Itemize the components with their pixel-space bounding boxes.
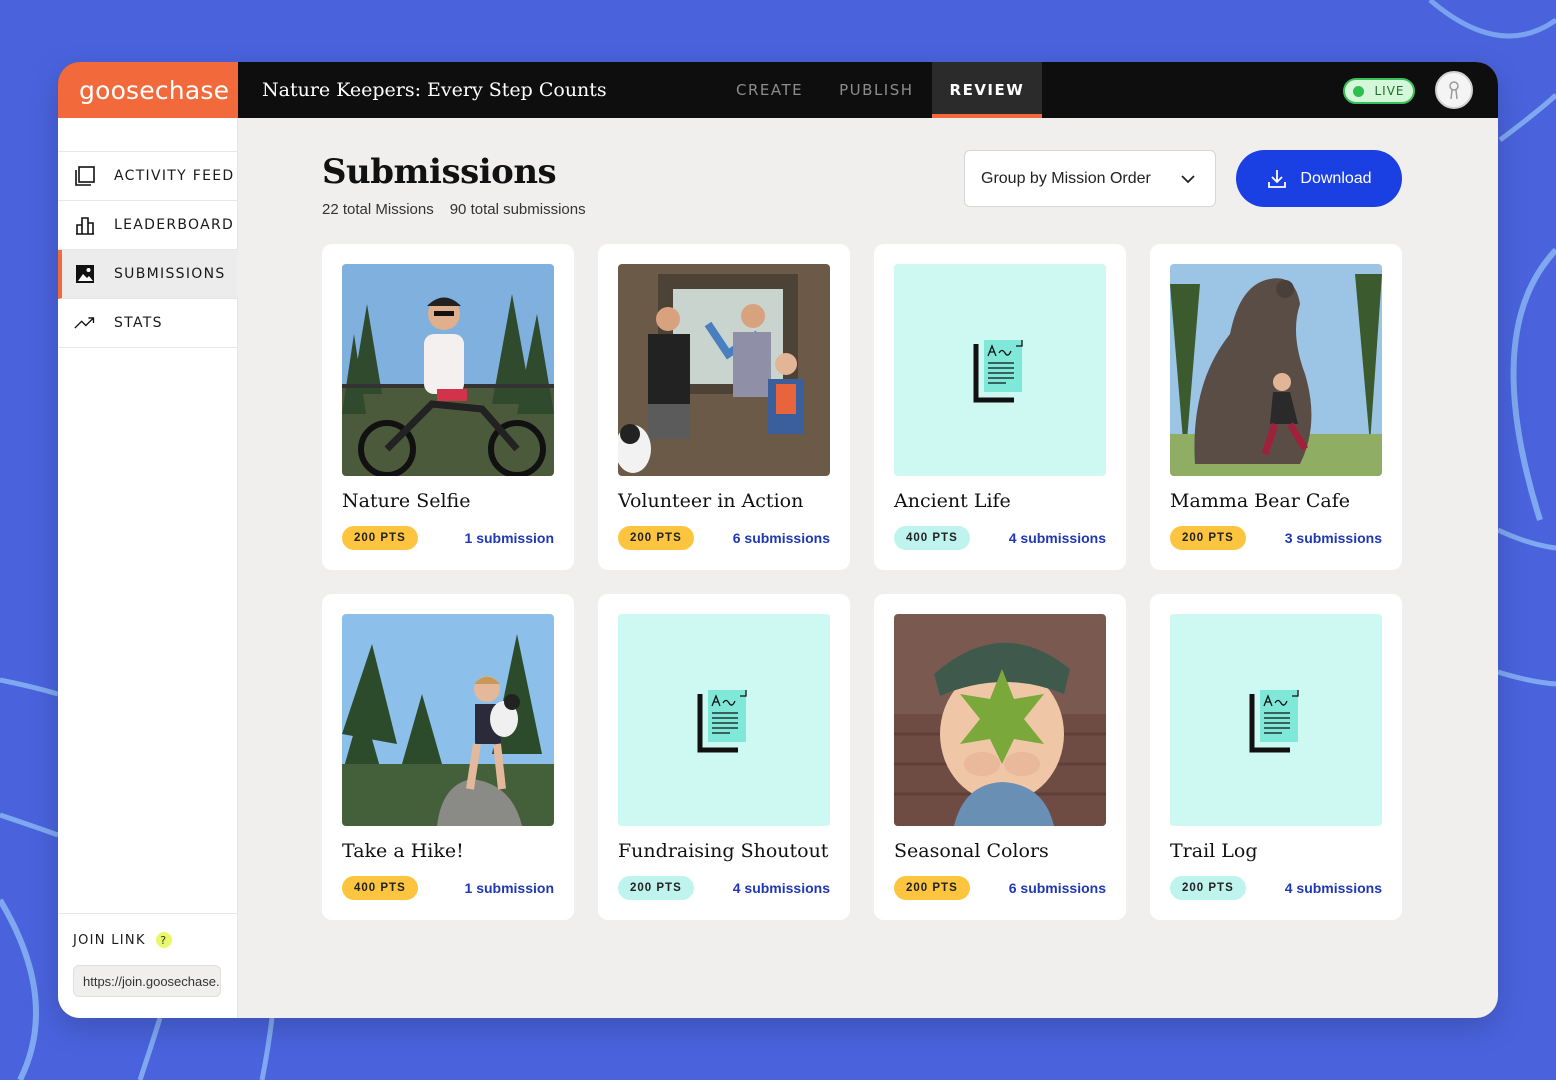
download-label: Download [1300,169,1372,187]
mission-photo[interactable] [1170,264,1382,476]
chevron-down-icon [1181,174,1195,183]
mission-text-thumbnail[interactable] [618,614,830,826]
mission-card-fundraising-shoutout[interactable]: Fundraising Shoutout 200 PTS 4 submissio… [598,594,850,920]
mission-title: Ancient Life [894,490,1011,512]
mission-text-thumbnail[interactable] [894,264,1106,476]
live-status-badge[interactable]: LIVE [1343,78,1415,104]
points-badge: 200 PTS [894,876,970,900]
sidebar-item-label: SUBMISSIONS [114,266,226,282]
sidebar-item-submissions[interactable]: SUBMISSIONS [58,250,238,299]
submission-count-link[interactable]: 4 submissions [1009,530,1106,546]
game-title: Nature Keepers: Every Step Counts [262,79,607,101]
leaderboard-icon [74,214,96,236]
submission-count-link[interactable]: 6 submissions [733,530,830,546]
mission-title: Take a Hike! [342,840,464,862]
goose-avatar-icon [1449,81,1459,100]
user-avatar[interactable] [1435,71,1473,109]
tab-create[interactable]: CREATE [718,62,821,118]
mission-card-nature-selfie[interactable]: Nature Selfie 200 PTS 1 submission [322,244,574,570]
submission-count-link[interactable]: 1 submission [465,880,554,896]
join-link-label: JOIN LINK [73,932,146,948]
mission-card-take-a-hike[interactable]: Take a Hike! 400 PTS 1 submission [322,594,574,920]
sidebar-item-label: ACTIVITY FEED [114,168,235,184]
app-window: goosechase Nature Keepers: Every Step Co… [58,62,1498,1018]
tab-publish[interactable]: PUBLISH [821,62,931,118]
mission-title: Trail Log [1170,840,1258,862]
mission-title: Nature Selfie [342,490,471,512]
points-badge: 400 PTS [342,876,418,900]
goosechase-logo[interactable]: goosechase [58,62,238,118]
submission-count-link[interactable]: 6 submissions [1009,880,1106,896]
points-badge: 200 PTS [618,876,694,900]
mission-photo[interactable] [894,614,1106,826]
points-badge: 200 PTS [1170,876,1246,900]
help-icon[interactable]: ? [155,932,172,948]
mission-text-thumbnail[interactable] [1170,614,1382,826]
main-nav: CREATE PUBLISH REVIEW [718,62,1043,118]
mission-photo[interactable] [342,614,554,826]
mission-photo[interactable] [618,264,830,476]
sidebar: ACTIVITY FEED LEADERBOARD SUBMISSIONS ST… [58,118,238,1018]
total-submissions: 90 total submissions [449,201,586,218]
submission-count-link[interactable]: 3 submissions [1285,530,1382,546]
activity-feed-icon [74,165,96,187]
text-document-icon [1249,690,1299,753]
join-link-field[interactable]: https://join.goosechase.ai [73,965,221,997]
submission-count-link[interactable]: 1 submission [465,530,554,546]
join-link-header: JOIN LINK ? [73,932,223,948]
points-badge: 200 PTS [1170,526,1246,550]
text-document-icon [973,340,1023,403]
mission-card-volunteer-in-action[interactable]: Volunteer in Action 200 PTS 6 submission… [598,244,850,570]
image-icon [74,263,96,285]
submission-count-link[interactable]: 4 submissions [733,880,830,896]
sidebar-item-leaderboard[interactable]: LEADERBOARD [58,201,238,250]
mission-photo[interactable] [342,264,554,476]
mission-card-ancient-life[interactable]: Ancient Life 400 PTS 4 submissions [874,244,1126,570]
live-dot-icon [1353,85,1365,97]
total-missions: 22 total Missions [322,201,434,218]
text-document-icon [697,690,747,753]
top-bar: goosechase Nature Keepers: Every Step Co… [58,62,1498,118]
mission-title: Seasonal Colors [894,840,1049,862]
mission-title: Volunteer in Action [618,490,804,512]
sidebar-nav: ACTIVITY FEED LEADERBOARD SUBMISSIONS ST… [58,151,238,348]
trend-icon [74,312,96,334]
submission-stats: 22 total Missions 90 total submissions [322,201,586,218]
download-button[interactable]: Download [1236,150,1402,207]
live-label: LIVE [1374,84,1405,98]
sidebar-item-stats[interactable]: STATS [58,299,238,348]
mission-card-trail-log[interactable]: Trail Log 200 PTS 4 submissions [1150,594,1402,920]
download-icon [1268,169,1287,188]
join-link-section: JOIN LINK ? https://join.goosechase.ai [58,913,238,1015]
sidebar-item-label: LEADERBOARD [114,217,235,233]
group-by-select[interactable]: Group by Mission Order [964,150,1216,207]
submission-count-link[interactable]: 4 submissions [1285,880,1382,896]
sidebar-item-label: STATS [114,315,163,331]
mission-card-mamma-bear-cafe[interactable]: Mamma Bear Cafe 200 PTS 3 submissions [1150,244,1402,570]
mission-card-seasonal-colors[interactable]: Seasonal Colors 200 PTS 6 submissions [874,594,1126,920]
mission-title: Fundraising Shoutout [618,840,829,862]
points-badge: 400 PTS [894,526,970,550]
sidebar-item-activity-feed[interactable]: ACTIVITY FEED [58,152,238,201]
points-badge: 200 PTS [618,526,694,550]
tab-review[interactable]: REVIEW [931,62,1043,118]
group-by-value: Group by Mission Order [981,169,1151,187]
points-badge: 200 PTS [342,526,418,550]
page-title: Submissions [322,152,557,192]
mission-title: Mamma Bear Cafe [1170,490,1350,512]
